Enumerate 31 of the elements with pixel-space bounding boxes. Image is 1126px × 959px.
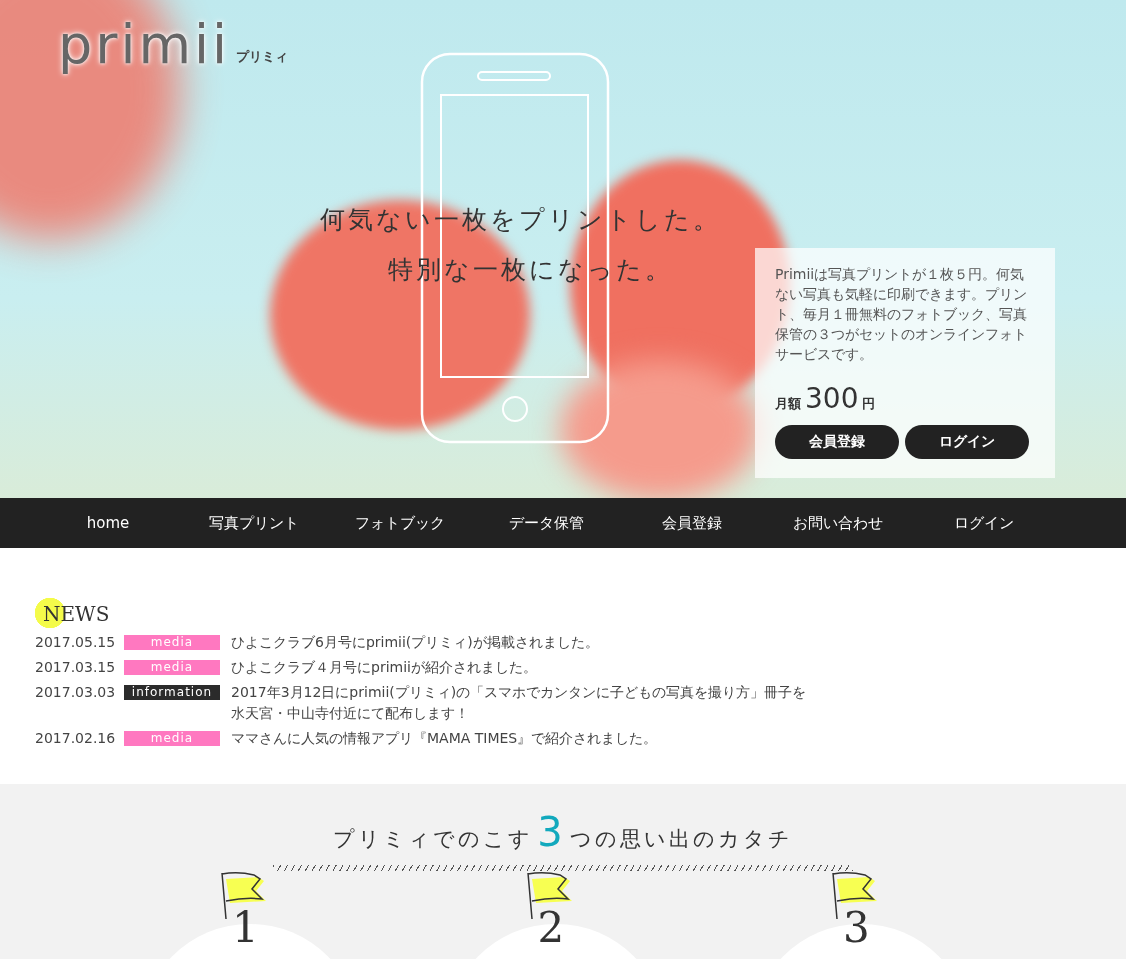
news-tag: media [124, 660, 220, 675]
news-text[interactable]: ひよこクラブ４月号にprimiiが紹介されました。 [231, 657, 537, 678]
news-date: 2017.02.16 [35, 729, 117, 748]
news-text[interactable]: ひよこクラブ6月号にprimii(プリミィ)が掲載されました。 [231, 632, 599, 653]
price-unit: 円 [862, 395, 876, 413]
news-date: 2017.05.15 [35, 633, 117, 652]
news-tag: media [124, 731, 220, 746]
hero-button[interactable]: ログイン [905, 425, 1029, 459]
nav-link[interactable]: 会員登録 [619, 513, 765, 533]
news-date: 2017.03.03 [35, 683, 117, 702]
news-tag: information [124, 685, 220, 700]
nav-link[interactable]: フォトブック [327, 513, 473, 533]
step-number: 1 [232, 903, 259, 953]
price-label: 月額 [775, 395, 801, 413]
hero-button[interactable]: 会員登録 [775, 425, 899, 459]
nav-link[interactable]: 写真プリント [181, 513, 327, 533]
nav-link[interactable]: ログイン [911, 513, 1057, 533]
logo-kana: プリミィ [236, 48, 289, 66]
nav-link[interactable]: お問い合わせ [765, 513, 911, 533]
news-date: 2017.03.15 [35, 658, 117, 677]
news-tag: media [124, 635, 220, 650]
nav-link[interactable]: home [35, 514, 181, 532]
news-text[interactable]: 2017年3月12日にprimii(プリミィ)の「スマホでカンタンに子どもの写真を撮り方」冊子を [231, 682, 807, 703]
step-number: 3 [843, 903, 870, 953]
news-text[interactable]: 水天宮・中山寺付近にて配布します！ [231, 703, 469, 724]
step-number: 2 [537, 903, 565, 953]
news-text[interactable]: ママさんに人気の情報アプリ『MAMA TIMES』で紹介されました。 [231, 728, 658, 749]
intro-text: Primiiは写真プリントが１枚５円。何気ない写真も気軽に印刷できます。プリント、毎月１冊無料のフォトブック、写真保管の３つがセットのオンラインフォトサービスです。 [775, 265, 1028, 364]
features-title: プリミィでのこす 3 つの思い出のカタチ [332, 812, 794, 857]
nav-link[interactable]: データ保管 [473, 513, 619, 533]
price-value: 300 [805, 382, 859, 415]
